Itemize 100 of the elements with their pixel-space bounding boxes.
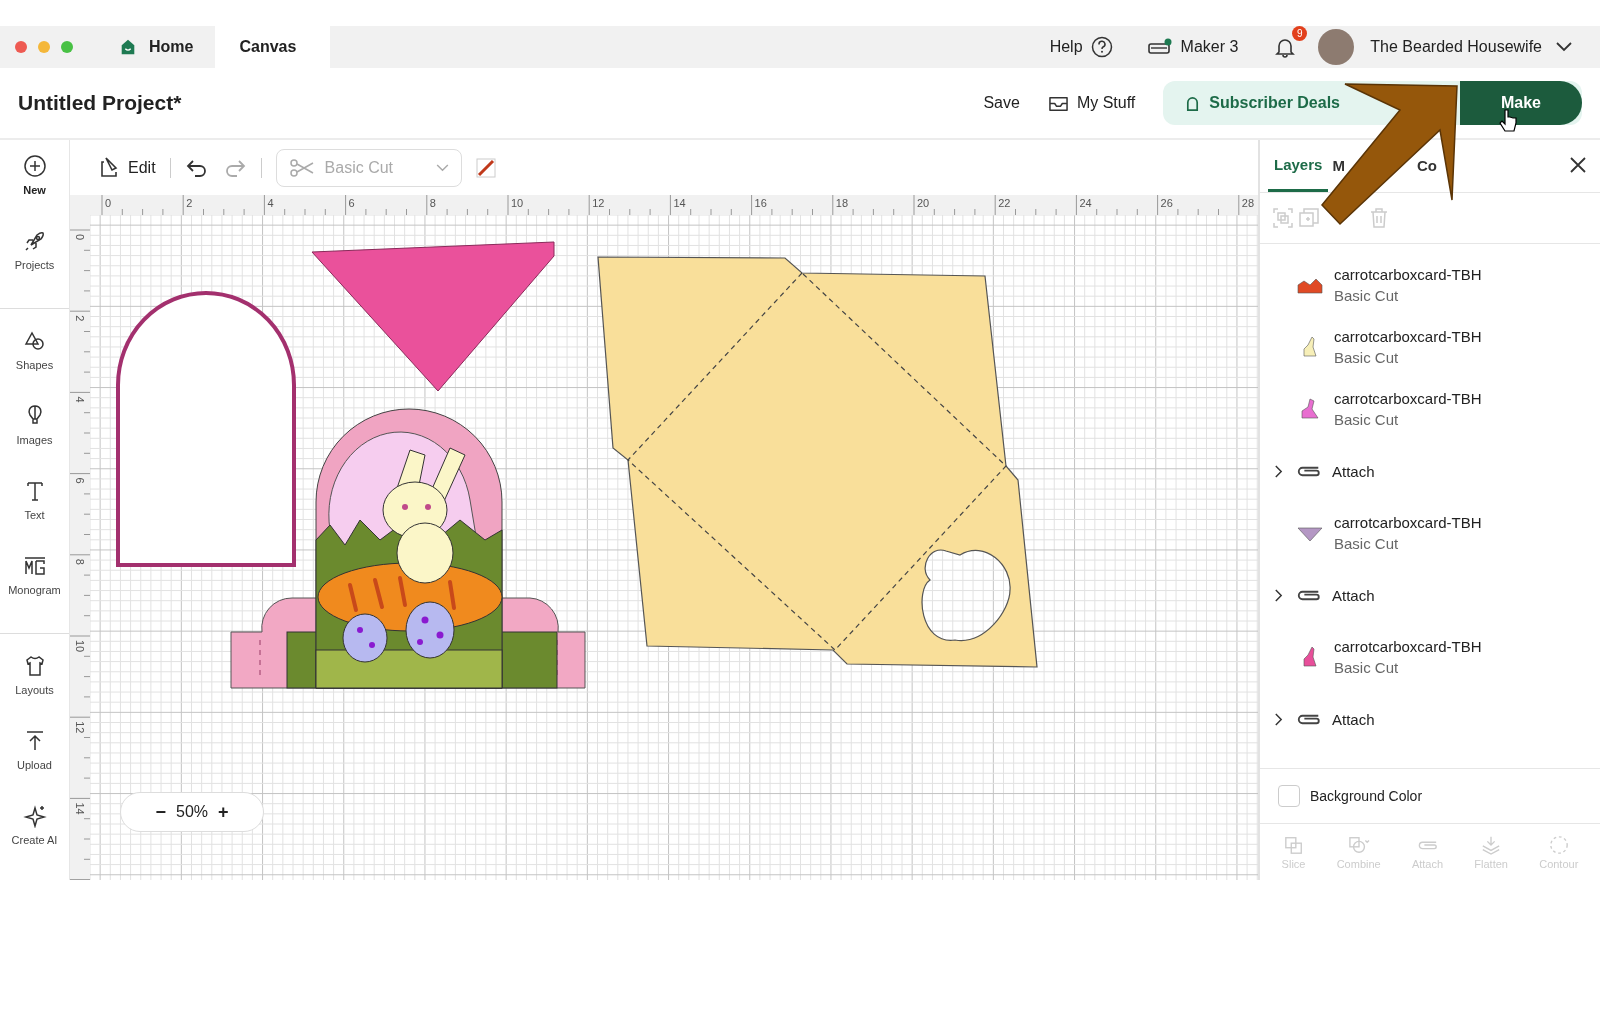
layer-item[interactable]: carrotcarboxcard-TBH Basic Cut (1260, 502, 1600, 564)
contour-icon (1547, 834, 1570, 855)
sidebar-item[interactable]: Create AI (0, 804, 69, 879)
make-button[interactable]: Make (1460, 81, 1582, 125)
ruler-number: 6 (348, 197, 355, 209)
account-menu[interactable]: The Bearded Housewife (1370, 38, 1572, 56)
zoom-out-button[interactable]: − (155, 801, 166, 823)
ruler-number: 28 (1241, 197, 1255, 209)
subscriber-deals-button[interactable]: Subscriber Deals (1185, 94, 1340, 112)
panel-tab[interactable]: Co (1414, 157, 1439, 175)
checkbox[interactable] (1278, 785, 1300, 807)
layer-operation: Basic Cut (1334, 287, 1400, 304)
undo-button[interactable] (184, 157, 209, 178)
ruler-number: 22 (998, 197, 1011, 209)
bell-icon (1274, 36, 1297, 58)
chevron-right-icon[interactable] (1274, 464, 1283, 478)
layer-operation: Basic Cut (1334, 411, 1400, 428)
sidebar-item[interactable]: Shapes (0, 329, 69, 404)
ruler-number: 10 (511, 197, 524, 209)
close-window-button[interactable] (15, 41, 27, 53)
layer-name: carrotcarboxcard-TBH (1334, 390, 1482, 407)
help-icon (1090, 36, 1113, 58)
ruler-number: 14 (673, 197, 686, 209)
sidebar-item[interactable]: Monogram (0, 554, 69, 629)
ruler-number: 16 (754, 197, 767, 209)
ruler-number: 12 (592, 197, 605, 209)
scissors-icon (288, 157, 315, 178)
zoom-in-button[interactable]: + (218, 801, 229, 823)
ruler-number: 0 (74, 234, 86, 241)
ruler-number: 8 (429, 197, 436, 209)
add-icon (22, 154, 47, 178)
my-stuff-button[interactable]: My Stuff (1047, 93, 1136, 113)
layer-name: carrotcarboxcard-TBH (1334, 328, 1482, 345)
zoom-window-button[interactable] (61, 41, 73, 53)
save-button[interactable]: Save (983, 94, 1020, 112)
layer-operation: Basic Cut (1334, 349, 1400, 366)
ruler-number: 14 (74, 802, 86, 815)
app-tab[interactable]: Canvas (215, 26, 331, 68)
layer-name: carrotcarboxcard-TBH (1334, 266, 1482, 283)
ruler-number: 8 (74, 558, 86, 565)
group-name: Attach (1332, 462, 1375, 480)
background-color-label: Background Color (1310, 788, 1423, 804)
zoom-level: 50% (176, 803, 208, 821)
ruler-number: 10 (74, 640, 86, 653)
shapes-icon (22, 329, 47, 353)
help-button[interactable]: Help (1049, 36, 1113, 58)
project-title: Untitled Project* (18, 91, 182, 115)
ruler-number: 4 (267, 197, 274, 209)
ruler-number: 0 (105, 197, 112, 209)
ruler-number: 20 (917, 197, 930, 209)
layer-group[interactable]: Attach (1260, 440, 1600, 502)
avatar[interactable] (1318, 29, 1355, 65)
layer-item[interactable]: carrotcarboxcard-TBH Basic Cut (1260, 316, 1600, 378)
arch-frame-shape[interactable] (116, 291, 296, 567)
layer-operation: Basic Cut (1334, 535, 1400, 552)
layer-group[interactable]: Attach (1260, 564, 1600, 626)
ruler-number: 26 (1160, 197, 1173, 209)
sidebar-item[interactable]: Text (0, 479, 69, 554)
sidebar-item[interactable]: New (0, 154, 69, 229)
chevron-down-icon (1556, 42, 1572, 52)
envelope-drawing[interactable] (597, 256, 1038, 668)
pointer-hand-icon (1499, 109, 1517, 132)
ruler-number: 12 (74, 721, 86, 734)
no-color-swatch[interactable] (475, 157, 496, 178)
layer-group[interactable]: Attach (1260, 688, 1600, 750)
layer-name: carrotcarboxcard-TBH (1334, 638, 1482, 655)
sidebar-item[interactable]: Upload (0, 729, 69, 804)
layer-item[interactable]: carrotcarboxcard-TBH Basic Cut (1260, 626, 1600, 688)
group-name: Attach (1332, 586, 1375, 604)
ruler-number: 18 (835, 197, 849, 209)
bunny-card-drawing[interactable] (230, 408, 586, 689)
ruler-number: 24 (1079, 197, 1092, 209)
sidebar-item[interactable]: Images (0, 404, 69, 479)
sidebar-item[interactable]: Layouts (0, 654, 69, 729)
chevron-right-icon[interactable] (1274, 712, 1283, 726)
undo-icon (184, 157, 209, 178)
ruler-number: 2 (186, 197, 193, 209)
monogram-icon (22, 554, 47, 578)
notification-count: 9 (1292, 26, 1308, 41)
machine-button[interactable]: Maker 3 (1146, 37, 1239, 57)
triangle-shape[interactable] (311, 241, 555, 392)
sidebar-item[interactable]: Projects (0, 229, 69, 304)
edit-button[interactable]: Edit (98, 155, 156, 180)
home-icon (119, 38, 137, 56)
ruler-number: 4 (74, 396, 86, 403)
layer-item[interactable]: carrotcarboxcard-TBH Basic Cut (1260, 254, 1600, 316)
combine-icon (1347, 834, 1370, 855)
group-name: Attach (1332, 710, 1375, 728)
chevron-down-icon (435, 163, 449, 172)
tag-icon (1185, 94, 1201, 112)
panel-tab[interactable]: M (1330, 157, 1347, 175)
layer-operation: Basic Cut (1334, 659, 1400, 676)
layer-item[interactable]: carrotcarboxcard-TBH Basic Cut (1260, 378, 1600, 440)
close-icon (1570, 156, 1586, 173)
layer-name: carrotcarboxcard-TBH (1334, 514, 1482, 531)
chevron-right-icon[interactable] (1274, 588, 1283, 602)
ruler-number: 2 (74, 315, 86, 322)
ruler-number: 6 (74, 477, 86, 484)
panel-tab[interactable]: Layers (1268, 140, 1329, 192)
machine-icon (1146, 37, 1173, 57)
